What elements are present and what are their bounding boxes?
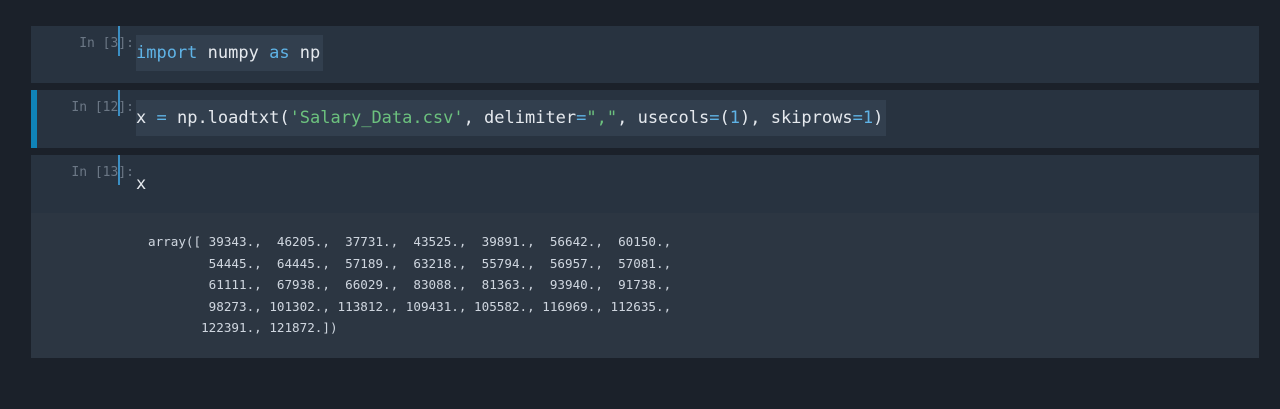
code-text: ) xyxy=(873,108,884,128)
operator: = xyxy=(156,108,167,128)
input-prompt: In [13]: xyxy=(71,165,134,180)
code-input[interactable]: x xyxy=(136,166,146,202)
code-text: x xyxy=(136,174,147,194)
code-input[interactable]: x = np.loadtxt('Salary_Data.csv', delimi… xyxy=(136,100,887,136)
code-text: ), skiprows xyxy=(740,108,853,128)
code-text: numpy xyxy=(197,43,270,63)
active-cell-indicator xyxy=(31,90,37,148)
code-input[interactable]: import numpy as np xyxy=(136,35,324,71)
number-literal: 1 xyxy=(729,108,740,128)
code-text: np.loadtxt( xyxy=(166,108,290,128)
input-prompt: In [12]: xyxy=(71,100,134,115)
prompt-divider xyxy=(118,26,120,56)
code-cell-3[interactable]: In [13]: x array([ 39343., 46205., 37731… xyxy=(31,155,1259,358)
cell-output: array([ 39343., 46205., 37731., 43525., … xyxy=(31,213,1259,358)
output-text: array([ 39343., 46205., 37731., 43525., … xyxy=(148,234,672,335)
prompt-divider xyxy=(118,90,120,116)
code-cell-2[interactable]: In [12]: x = np.loadtxt('Salary_Data.csv… xyxy=(31,90,1259,148)
keyword-import: import xyxy=(136,43,198,63)
code-text: np xyxy=(289,43,321,63)
code-text: ( xyxy=(719,108,730,128)
keyword-as: as xyxy=(269,43,290,63)
prompt-divider xyxy=(118,155,120,185)
operator: = xyxy=(709,108,720,128)
code-text: , delimiter xyxy=(463,108,577,128)
operator: = xyxy=(576,108,587,128)
number-literal: 1 xyxy=(862,108,874,128)
string-literal: 'Salary_Data.csv' xyxy=(289,108,464,128)
code-cell-1[interactable]: In [3]: import numpy as np xyxy=(31,26,1259,83)
string-literal: "," xyxy=(586,108,618,128)
operator: = xyxy=(852,108,863,128)
code-text: x xyxy=(136,108,157,128)
input-prompt: In [3]: xyxy=(79,36,134,51)
code-text: , usecols xyxy=(617,108,710,128)
